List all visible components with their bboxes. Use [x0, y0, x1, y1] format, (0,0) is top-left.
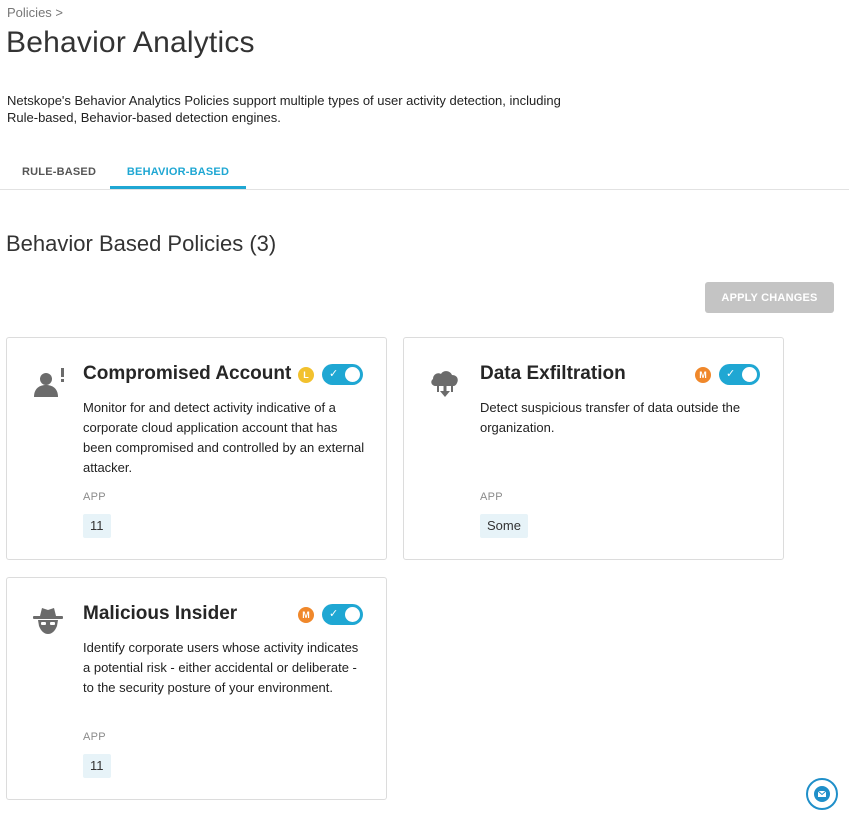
app-count-chip[interactable]: Some — [480, 514, 528, 538]
severity-badge: M — [695, 367, 711, 383]
check-icon: ✓ — [329, 368, 339, 380]
policy-card-compromised-account: Compromised Account L ✓ Monitor for and … — [6, 337, 387, 560]
mail-icon — [814, 786, 830, 802]
check-icon: ✓ — [726, 368, 736, 380]
section-title: Behavior Based Policies (3) — [6, 231, 277, 256]
severity-badge: L — [298, 367, 314, 383]
toggle-knob — [742, 367, 757, 382]
toggle-knob — [345, 367, 360, 382]
card-description: Detect suspicious transfer of data outsi… — [480, 400, 741, 435]
breadcrumb[interactable]: Policies > — [7, 5, 63, 20]
severity-badge: M — [298, 607, 314, 623]
toggle-knob — [345, 607, 360, 622]
card-title: Malicious Insider — [83, 603, 238, 624]
tab-bar: RULE-BASED BEHAVIOR-BASED — [0, 157, 849, 190]
page-description: Netskope's Behavior Analytics Policies s… — [7, 93, 561, 125]
app-count-chip[interactable]: 11 — [83, 754, 111, 778]
user-alert-icon — [34, 368, 64, 397]
apply-changes-button[interactable]: APPLY CHANGES — [705, 282, 834, 313]
tab-rule-based[interactable]: RULE-BASED — [22, 166, 96, 189]
app-label: APP — [480, 491, 503, 503]
tab-behavior-based[interactable]: BEHAVIOR-BASED — [110, 166, 246, 189]
enable-toggle[interactable]: ✓ — [322, 604, 363, 625]
card-title: Compromised Account — [83, 363, 292, 384]
card-title: Data Exfiltration — [480, 363, 626, 384]
policy-card-data-exfiltration: Data Exfiltration M ✓ Detect suspicious … — [403, 337, 784, 560]
app-label: APP — [83, 491, 106, 503]
policy-card-malicious-insider: Malicious Insider M ✓ Identify corporate… — [6, 577, 387, 800]
app-count-chip[interactable]: 11 — [83, 514, 111, 538]
check-icon: ✓ — [329, 608, 339, 620]
app-label: APP — [83, 731, 106, 743]
cloud-download-icon — [431, 371, 458, 397]
feedback-mail-button[interactable] — [806, 778, 838, 810]
spy-icon — [33, 608, 63, 634]
page-title: Behavior Analytics — [6, 26, 255, 59]
enable-toggle[interactable]: ✓ — [322, 364, 363, 385]
enable-toggle[interactable]: ✓ — [719, 364, 760, 385]
card-description: Identify corporate users whose activity … — [83, 640, 359, 695]
card-description: Monitor for and detect activity indicati… — [83, 400, 365, 475]
